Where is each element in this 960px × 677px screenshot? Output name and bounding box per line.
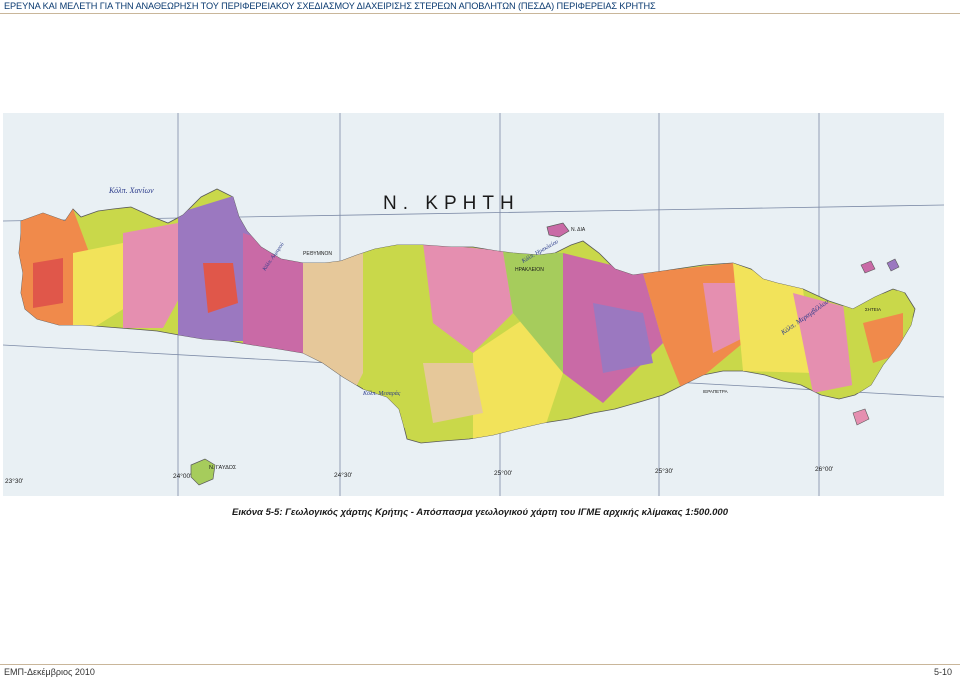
map-canvas: Ν. ΚΡΗΤΗ 23°30' 24°00' 24°30' 25°00' 25°… [3, 113, 944, 496]
longitude-label: 25°00' [494, 469, 512, 477]
longitude-label: 24°00' [173, 472, 191, 480]
figure-caption: Εικόνα 5-5: Γεωλογικός χάρτης Κρήτης - Α… [231, 507, 728, 518]
island-label: Ν. ΓΑΥΔΟΣ [209, 465, 237, 471]
report-header: ΕΡΕΥΝΑ ΚΑΙ ΜΕΛΕΤΗ ΓΙΑ ΤΗΝ ΑΝΑΘΕΩΡΗΣΗ ΤΟΥ… [4, 1, 656, 11]
geological-map: Ν. ΚΡΗΤΗ 23°30' 24°00' 24°30' 25°00' 25°… [3, 113, 944, 496]
islet [886, 258, 900, 272]
island-label: Ν. ΔΙΑ [571, 227, 586, 233]
crete-island [18, 188, 916, 444]
town-label: ΣΗΤΕΙΑ [865, 307, 881, 312]
island-title: Ν. ΚΡΗΤΗ [383, 193, 520, 214]
footer-divider [0, 664, 960, 665]
town-label: ΡΕΘΥΜΝΟΝ [303, 251, 332, 257]
geology-zones [19, 193, 915, 443]
gavdos-island [190, 458, 216, 486]
town-label: ΗΡΑΚΛΕΙΟΝ [515, 267, 544, 273]
town-label: ΙΕΡΑΠΕΤΡΑ [703, 389, 728, 394]
longitude-label: 25°30' [655, 467, 673, 475]
longitude-label: 24°30' [334, 471, 352, 479]
islet [860, 260, 876, 274]
header-divider [0, 13, 960, 14]
longitude-label: 26°00' [815, 465, 833, 473]
gulf-label: Κόλπ. Μεσαράς [362, 391, 401, 397]
islet [852, 408, 870, 426]
longitude-label: 23°30' [5, 477, 23, 485]
dia-island [546, 222, 570, 238]
gulf-label: Κόλπ. Χανίων [108, 186, 154, 195]
